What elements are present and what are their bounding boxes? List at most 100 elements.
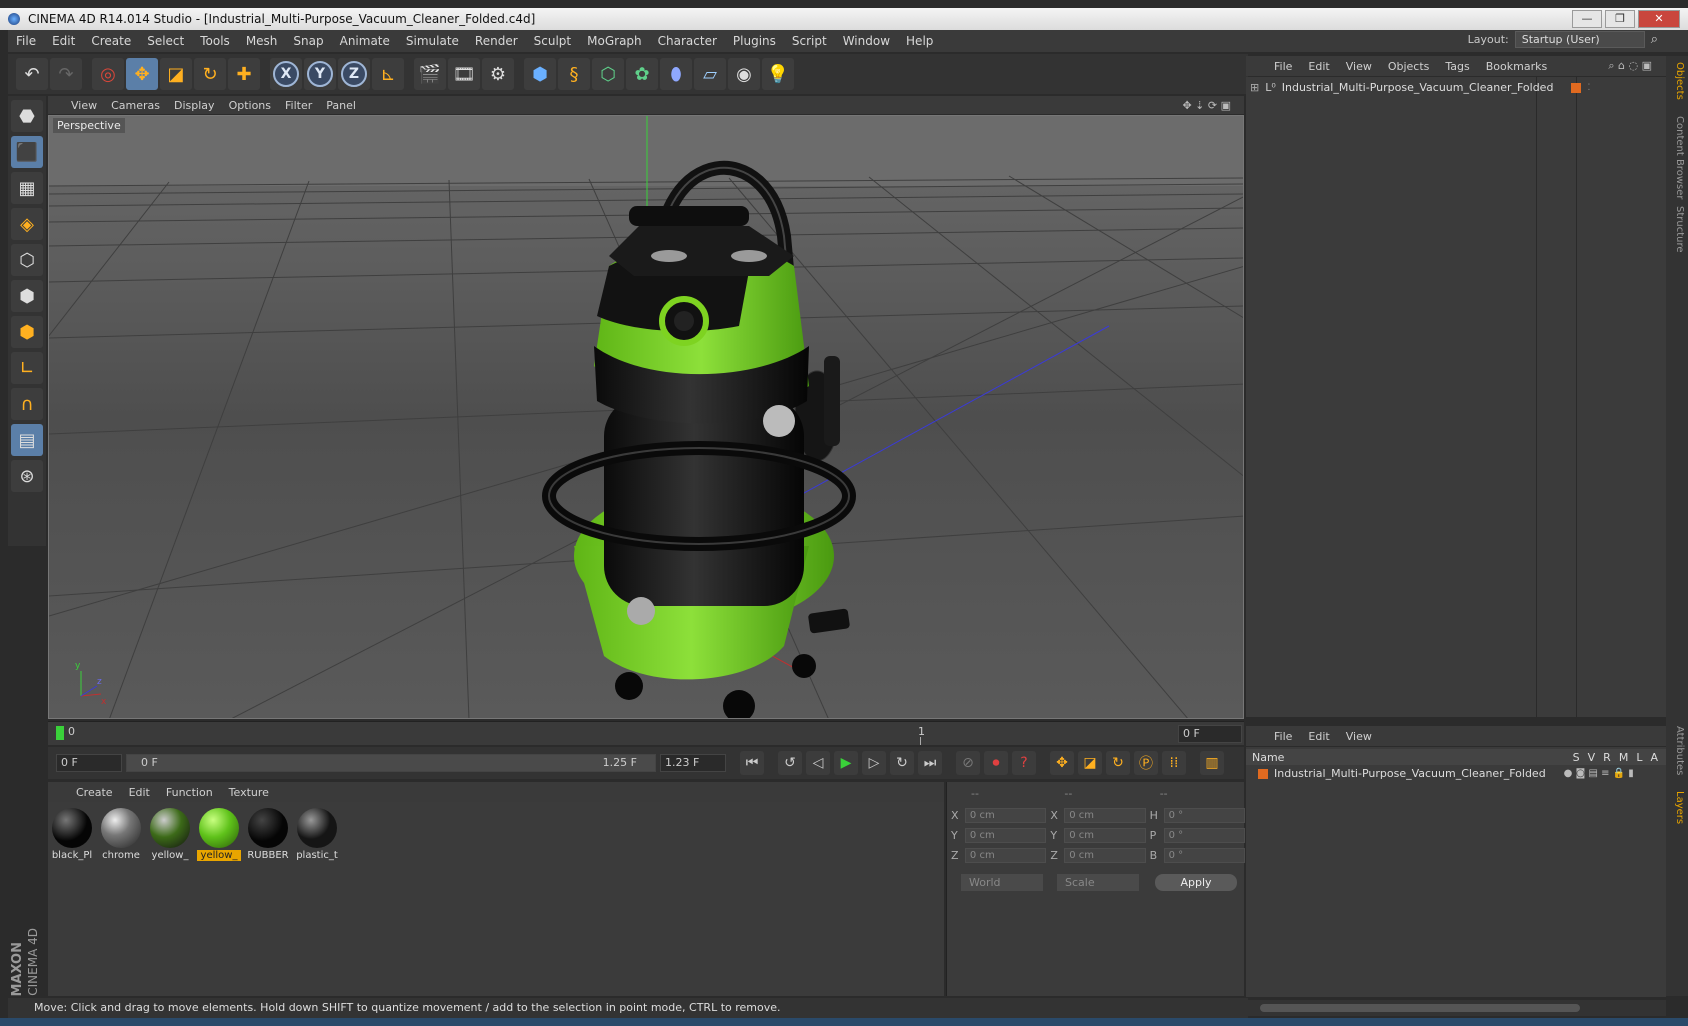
expand-icon[interactable]: ⊞ bbox=[1250, 81, 1259, 94]
render-picture-viewer-icon[interactable]: 🎞 bbox=[448, 58, 480, 90]
scale-tool-icon[interactable]: ◪ bbox=[160, 58, 192, 90]
layer-color-tag[interactable] bbox=[1571, 82, 1582, 93]
menu-plugins[interactable]: Plugins bbox=[725, 34, 784, 48]
viewport-menu-filter[interactable]: Filter bbox=[278, 99, 319, 112]
render-view-icon[interactable]: 🎬 bbox=[414, 58, 446, 90]
rotate-tool-icon[interactable]: ↻ bbox=[194, 58, 226, 90]
viewport-nav-icons[interactable]: ✥ ⇣ ⟳ ▣ bbox=[1175, 99, 1238, 112]
light-icon[interactable]: 💡 bbox=[762, 58, 794, 90]
material-swatch[interactable]: black_Pl bbox=[50, 806, 94, 864]
record-disabled-icon[interactable]: ⊘ bbox=[956, 751, 980, 775]
layer-flags-icons[interactable]: ● ◙ ▤ ≡ 🔒 ▮ bbox=[1564, 768, 1634, 779]
next-key-icon[interactable]: ↻ bbox=[890, 751, 914, 775]
objects-menu-bookmarks[interactable]: Bookmarks bbox=[1478, 60, 1555, 73]
coordinate-system-icon[interactable]: ⊾ bbox=[372, 58, 404, 90]
playhead[interactable] bbox=[56, 726, 64, 740]
material-swatch[interactable]: yellow_ bbox=[148, 806, 192, 864]
redo-icon[interactable]: ↷ bbox=[50, 58, 82, 90]
goto-start-icon[interactable]: ⏮ bbox=[740, 751, 764, 775]
layers-menu-file[interactable]: File bbox=[1266, 730, 1300, 743]
menu-sculpt[interactable]: Sculpt bbox=[526, 34, 579, 48]
tab-objects[interactable]: Objects bbox=[1669, 62, 1685, 100]
layer-col-animation[interactable]: A bbox=[1650, 751, 1658, 764]
objects-menu-view[interactable]: View bbox=[1338, 60, 1380, 73]
workplane-lock-icon[interactable]: ▤ bbox=[11, 424, 43, 456]
menu-mesh[interactable]: Mesh bbox=[238, 34, 286, 48]
viewport-menu-view[interactable]: View bbox=[64, 99, 104, 112]
menu-select[interactable]: Select bbox=[139, 34, 192, 48]
layer-col-solo[interactable]: S bbox=[1573, 751, 1580, 764]
key-position-icon[interactable]: ✥ bbox=[1050, 751, 1074, 775]
points-mode-icon[interactable]: ⬡ bbox=[11, 244, 43, 276]
layer-color-swatch[interactable] bbox=[1258, 768, 1268, 779]
objects-toolbar-icons[interactable]: ⌕ ⌂ ◌ ▣ bbox=[1600, 59, 1660, 73]
visibility-dots-icon[interactable]: ⁚ bbox=[1587, 83, 1590, 93]
objects-menu-objects[interactable]: Objects bbox=[1380, 60, 1438, 73]
restore-button[interactable]: ❐ bbox=[1605, 10, 1635, 28]
size-y-field[interactable]: 0 cm bbox=[1064, 827, 1146, 843]
size-mode-dropdown[interactable]: Scale bbox=[1057, 874, 1139, 891]
layer-col-view[interactable]: V bbox=[1588, 751, 1596, 764]
menu-edit[interactable]: Edit bbox=[44, 34, 83, 48]
menu-create[interactable]: Create bbox=[83, 34, 139, 48]
menu-help[interactable]: Help bbox=[898, 34, 941, 48]
apply-button[interactable]: Apply bbox=[1155, 874, 1237, 891]
move-tool-icon[interactable]: ✥ bbox=[126, 58, 158, 90]
material-menu-function[interactable]: Function bbox=[158, 786, 221, 799]
rotation-p-field[interactable]: 0 ° bbox=[1163, 827, 1245, 843]
layer-row[interactable]: Industrial_Multi-Purpose_Vacuum_Cleaner_… bbox=[1258, 767, 1634, 780]
close-button[interactable]: ✕ bbox=[1638, 10, 1680, 28]
key-param-icon[interactable]: Ⓟ bbox=[1134, 751, 1158, 775]
layer-col-render[interactable]: R bbox=[1603, 751, 1611, 764]
menu-mograph[interactable]: MoGraph bbox=[579, 34, 650, 48]
timeline-frame-field[interactable]: 0 F bbox=[1178, 725, 1242, 743]
floor-icon[interactable]: ▱ bbox=[694, 58, 726, 90]
prev-key-icon[interactable]: ↺ bbox=[778, 751, 802, 775]
objects-menu-file[interactable]: File bbox=[1266, 60, 1300, 73]
size-x-field[interactable]: 0 cm bbox=[1064, 807, 1146, 823]
perspective-viewport[interactable]: y x z Perspective bbox=[48, 115, 1244, 719]
menu-window[interactable]: Window bbox=[835, 34, 898, 48]
prev-frame-icon[interactable]: ◁ bbox=[806, 751, 830, 775]
end-frame-field[interactable]: 1.23 F bbox=[660, 754, 726, 772]
menu-animate[interactable]: Animate bbox=[332, 34, 398, 48]
nurbs-icon[interactable]: ⬡ bbox=[592, 58, 624, 90]
coordinate-mode-dropdown[interactable]: World bbox=[961, 874, 1043, 891]
material-swatch[interactable]: plastic_t bbox=[295, 806, 339, 864]
menu-render[interactable]: Render bbox=[467, 34, 526, 48]
position-z-field[interactable]: 0 cm bbox=[964, 847, 1047, 863]
y-axis-lock[interactable]: Y bbox=[304, 58, 336, 90]
viewport-menu-options[interactable]: Options bbox=[222, 99, 278, 112]
material-menu-edit[interactable]: Edit bbox=[121, 786, 158, 799]
undo-icon[interactable]: ↶ bbox=[16, 58, 48, 90]
tab-attributes[interactable]: Attributes bbox=[1669, 726, 1685, 775]
magnet-icon[interactable]: ∩ bbox=[11, 388, 43, 420]
objects-menu-edit[interactable]: Edit bbox=[1300, 60, 1337, 73]
render-settings-icon[interactable]: ⚙ bbox=[482, 58, 514, 90]
camera-icon[interactable]: ◉ bbox=[728, 58, 760, 90]
material-swatch[interactable]: yellow_ bbox=[197, 806, 241, 864]
tab-layers[interactable]: Layers bbox=[1669, 791, 1685, 824]
next-frame-icon[interactable]: ▷ bbox=[862, 751, 886, 775]
x-axis-lock[interactable]: X bbox=[270, 58, 302, 90]
key-scale-icon[interactable]: ◪ bbox=[1078, 751, 1102, 775]
cube-primitive-icon[interactable]: ⬢ bbox=[524, 58, 556, 90]
rotation-h-field[interactable]: 0 ° bbox=[1163, 807, 1245, 823]
tab-content-browser[interactable]: Content Browser bbox=[1669, 116, 1685, 199]
scrollbar-thumb[interactable] bbox=[1260, 1004, 1580, 1012]
object-row[interactable]: ⊞ L⁰ Industrial_Multi-Purpose_Vacuum_Cle… bbox=[1250, 81, 1590, 94]
array-icon[interactable]: ✿ bbox=[626, 58, 658, 90]
goto-end-icon[interactable]: ⏭ bbox=[918, 751, 942, 775]
play-icon[interactable]: ▶ bbox=[834, 751, 858, 775]
layout-dropdown[interactable]: Startup (User) bbox=[1514, 31, 1645, 48]
current-frame-field[interactable]: 0 F bbox=[56, 754, 122, 772]
menu-tools[interactable]: Tools bbox=[192, 34, 238, 48]
make-editable-icon[interactable]: ⬣ bbox=[11, 100, 43, 132]
objects-menu-tags[interactable]: Tags bbox=[1437, 60, 1477, 73]
polygons-mode-icon[interactable]: ⬢ bbox=[11, 316, 43, 348]
size-z-field[interactable]: 0 cm bbox=[1064, 847, 1146, 863]
position-x-field[interactable]: 0 cm bbox=[964, 807, 1047, 823]
rotation-b-field[interactable]: 0 ° bbox=[1163, 847, 1245, 863]
viewport-menu-panel[interactable]: Panel bbox=[319, 99, 363, 112]
key-pla-icon[interactable]: ⁞⁞ bbox=[1162, 751, 1186, 775]
